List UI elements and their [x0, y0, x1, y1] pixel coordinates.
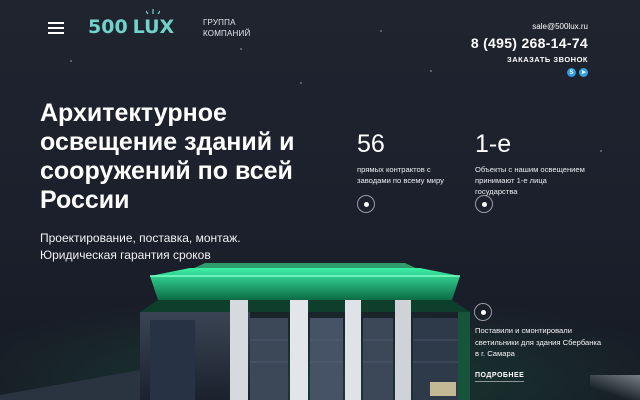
messenger-links: S ➤ [471, 68, 588, 77]
callback-button[interactable]: ЗАКАЗАТЬ ЗВОНОК [471, 55, 588, 64]
project-description: Поставили и смонтировали светильники для… [475, 326, 602, 358]
hero-subtitle: Проектирование, поставка, монтаж. Юридич… [40, 230, 280, 264]
contacts-block: sale@500lux.ru 8 (495) 268-14-74 ЗАКАЗАТ… [471, 22, 588, 77]
logo[interactable]: 500 LUX [88, 9, 175, 38]
hero-title: Архитектурное освещение зданий и сооруже… [40, 99, 295, 214]
menu-burger-icon[interactable] [48, 22, 64, 34]
hero-subtitle-line-2: Юридическая гарантия сроков [40, 248, 211, 262]
group-caption: ГРУППА КОМПАНИЙ [203, 18, 251, 38]
project-point-button[interactable] [474, 303, 492, 321]
stat-contracts: 56 прямых контрактов с заводами по всему… [357, 130, 487, 186]
stat-description: прямых контрактов с заводами по всему ми… [357, 165, 444, 185]
stat-officials-button[interactable] [475, 195, 493, 213]
stat-value: 56 [357, 130, 385, 158]
stat-value: 1-е [475, 130, 512, 158]
phone-number[interactable]: 8 (495) 268-14-74 [471, 35, 588, 51]
skype-icon[interactable]: S [567, 68, 576, 77]
logo-word-text: LUX [132, 16, 175, 38]
light-beam [590, 375, 640, 400]
stat-contracts-button[interactable] [357, 195, 375, 213]
stat-officials: 1-е Объекты с нашим освещением принимают… [475, 130, 605, 197]
hero-subtitle-line-1: Проектирование, поставка, монтаж. [40, 231, 241, 245]
logo-word: LUX [132, 9, 175, 38]
logo-rays-icon [146, 9, 161, 15]
logo-number: 500 [88, 16, 128, 38]
project-more-link[interactable]: ПОДРОБНЕЕ [475, 372, 525, 382]
email-link[interactable]: sale@500lux.ru [471, 22, 588, 31]
stat-description: Объекты с нашим освещением принимают 1-е… [475, 165, 585, 196]
telegram-icon[interactable]: ➤ [579, 68, 588, 77]
